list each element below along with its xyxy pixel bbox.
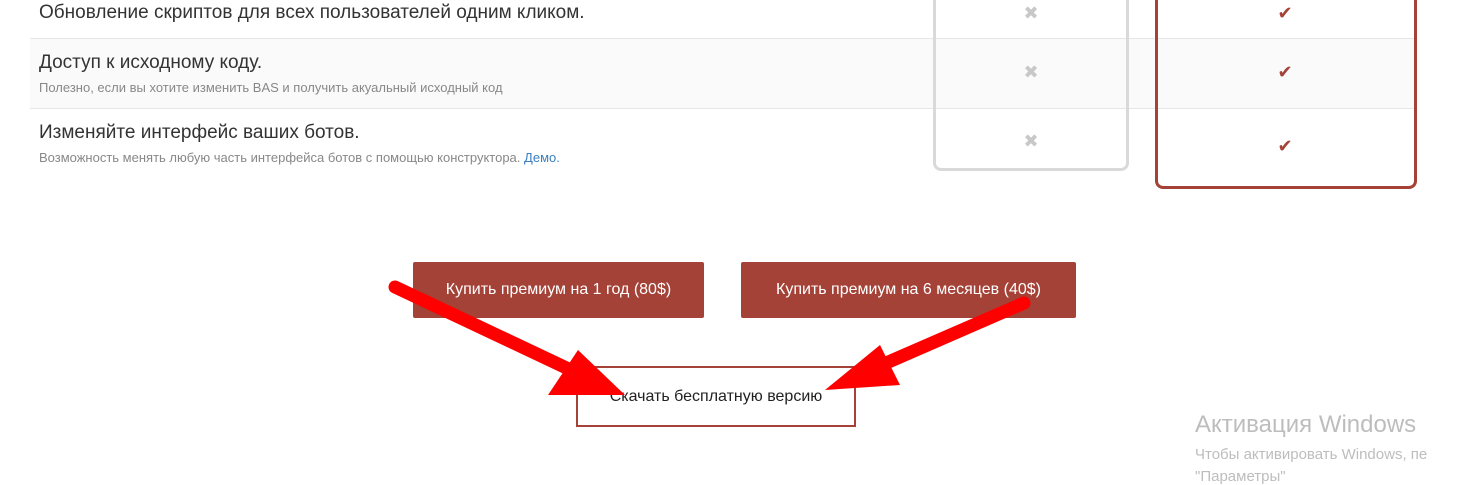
cross-icon: ✖ <box>1023 62 1039 82</box>
buy-premium-year-button[interactable]: Купить премиум на 1 год (80$) <box>413 262 704 318</box>
premium-plan-column <box>1155 0 1417 189</box>
feature-title: Доступ к исходному коду. <box>39 52 263 73</box>
cross-icon: ✖ <box>1023 3 1039 23</box>
demo-link[interactable]: Демо. <box>524 150 560 165</box>
download-free-button[interactable]: Скачать бесплатную версию <box>576 366 856 427</box>
feature-title: Обновление скриптов для всех пользовател… <box>39 2 585 23</box>
cross-icon: ✖ <box>1023 131 1039 151</box>
check-icon: ✔ <box>1277 3 1293 23</box>
feature-title: Изменяйте интерфейс ваших ботов. <box>39 122 360 143</box>
check-icon: ✔ <box>1277 62 1293 82</box>
feature-subtitle: Полезно, если вы хотите изменить BAS и п… <box>39 80 503 95</box>
buy-premium-6-months-button[interactable]: Купить премиум на 6 месяцев (40$) <box>741 262 1076 318</box>
feature-subtitle-text: Возможность менять любую часть интерфейс… <box>39 150 521 165</box>
windows-activation-text: Чтобы активировать Windows, пе <box>1195 446 1428 463</box>
windows-activation-title: Активация Windows <box>1195 411 1417 438</box>
check-icon: ✔ <box>1277 136 1293 156</box>
feature-subtitle: Возможность менять любую часть интерфейс… <box>39 150 560 165</box>
